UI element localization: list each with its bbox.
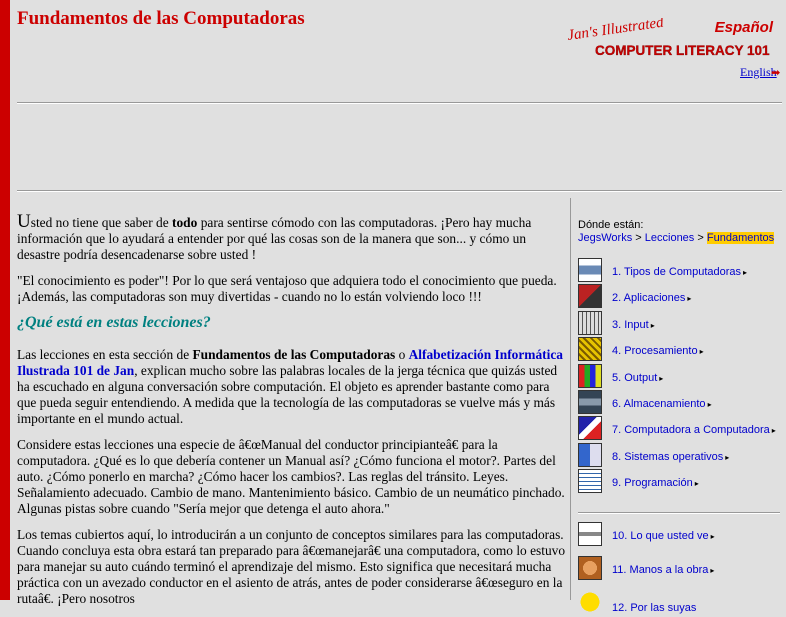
applications-icon (578, 284, 602, 309)
submenu-arrow-icon: ▸ (743, 268, 748, 277)
chip-icon (578, 337, 602, 362)
arrow-right-icon: ➡ (771, 66, 781, 79)
nav-item-lo-que-ve[interactable]: 10. Lo que usted ve ▸ (578, 522, 782, 556)
column-divider (570, 198, 571, 600)
submenu-arrow-icon: ▸ (650, 320, 655, 330)
submenu-arrow-icon: ▸ (687, 294, 692, 304)
submenu-arrow-icon: ▸ (659, 373, 664, 383)
network-icon (578, 416, 602, 441)
divider-banner (17, 190, 782, 192)
nav-item-computadora[interactable]: 7. Computadora a Computadora ▸ (578, 416, 782, 442)
submenu-arrow-icon: ▸ (699, 347, 704, 357)
submenu-arrow-icon: ▸ (707, 399, 712, 409)
logo-lang: Español (715, 19, 774, 36)
topics-paragraph: Los temas cubiertos aquí, lo introducirá… (17, 527, 566, 606)
breadcrumb-lecciones[interactable]: Lecciones (645, 232, 695, 244)
nav-item-input[interactable]: 3. Input ▸ (578, 310, 782, 337)
nav-item-almacenamiento[interactable]: 6. Almacenamiento ▸ (578, 389, 782, 416)
nav-item-tipos[interactable]: 1. Tipos de Computadoras ▸ (578, 258, 782, 284)
location-box: Dónde están: JegsWorks > Lecciones > Fun… (578, 219, 782, 244)
submenu-arrow-icon: ▸ (710, 532, 715, 541)
breadcrumb: JegsWorks > Lecciones > Fundamentos (578, 232, 775, 244)
smiley-icon (578, 590, 602, 614)
programming-icon (578, 469, 602, 494)
submenu-arrow-icon: ▸ (771, 426, 776, 436)
divider-top (17, 102, 782, 104)
nav-item-sistemas[interactable]: 8. Sistemas operativos ▸ (578, 442, 782, 469)
lessons-paragraph: Las lecciones en esta sección de Fundame… (17, 347, 563, 426)
nav-item-manos[interactable]: 11. Manos a la obra ▸ (578, 556, 782, 590)
main-content: Usted no tiene que saber de todo para se… (17, 211, 566, 617)
submenu-arrow-icon: ▸ (694, 479, 699, 489)
eye-icon (578, 522, 602, 546)
breadcrumb-current: Fundamentos (706, 232, 775, 244)
submenu-arrow-icon: ▸ (710, 566, 715, 575)
intro-paragraph: Usted no tiene que saber de todo para se… (17, 211, 532, 262)
breadcrumb-jegsworks[interactable]: JegsWorks (578, 232, 632, 244)
submenu-arrow-icon: ▸ (725, 452, 730, 462)
nav-item-aplicaciones[interactable]: 2. Aplicaciones ▸ (578, 284, 782, 310)
logo-script: Jan's Illustrated (566, 18, 665, 44)
knowledge-paragraph: "El conocimiento es poder"! Por lo que s… (17, 273, 557, 304)
nav-item-procesamiento[interactable]: 4. Procesamiento ▸ (578, 337, 782, 363)
lesson-nav: 1. Tipos de Computadoras ▸ 2. Aplicacione… (578, 258, 782, 496)
extra-nav: 10. Lo que usted ve ▸ 11. Manos a la obra… (578, 522, 782, 616)
nav-item-output[interactable]: 5. Output ▸ (578, 363, 782, 390)
manual-paragraph: Considere estas lecciones una especie de… (17, 437, 565, 516)
location-label: Dónde están: (578, 219, 644, 231)
site-logo[interactable]: Español Jan's Illustrated COMPUTER LITER… (566, 18, 778, 60)
drop-cap: U (17, 211, 31, 232)
nav-item-programacion[interactable]: 9. Programación ▸ (578, 469, 782, 495)
keyboard-icon (578, 310, 602, 335)
logo-main: COMPUTER LITERACY 101 (595, 43, 770, 58)
computer-types-icon (578, 258, 602, 282)
os-icon (578, 442, 602, 467)
nav-divider (578, 512, 780, 514)
nav-item-por-las-suyas[interactable]: 12. Por las suyas (578, 590, 782, 616)
section-heading: ¿Qué está en estas lecciones? (17, 314, 211, 331)
hands-icon (578, 556, 602, 580)
monitor-icon (578, 363, 602, 388)
page-title: Fundamentos de las Computadoras (17, 8, 305, 29)
left-red-bar (0, 0, 10, 600)
storage-icon (578, 389, 602, 414)
